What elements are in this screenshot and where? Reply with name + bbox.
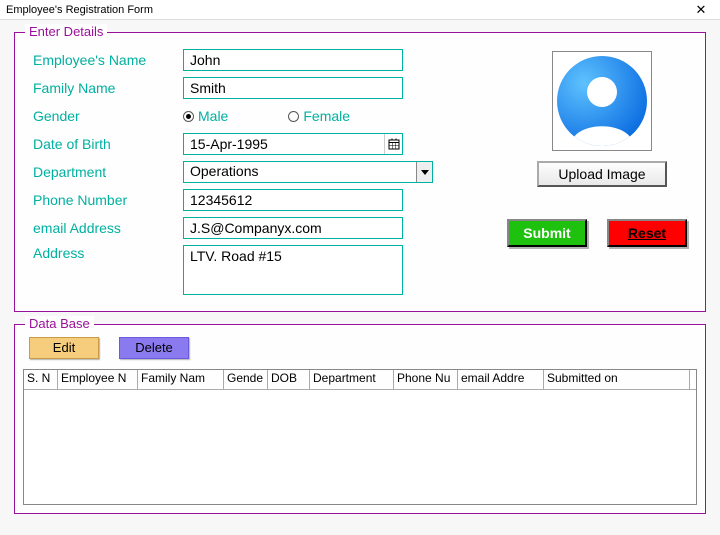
edit-button[interactable]: Edit	[29, 337, 99, 359]
email-input[interactable]	[183, 217, 403, 239]
enter-details-group: Enter Details Employee's Name Family Nam…	[14, 32, 706, 312]
department-select[interactable]: Operations	[183, 161, 433, 183]
employee-grid[interactable]: S. NEmployee NFamily NamGendeDOBDepartme…	[23, 369, 697, 505]
dob-input-wrap[interactable]	[183, 133, 403, 155]
department-value: Operations	[184, 162, 416, 182]
grid-column-header[interactable]: DOB	[268, 370, 310, 389]
gender-male-label: Male	[198, 108, 228, 124]
enter-details-legend: Enter Details	[25, 24, 107, 39]
gender-male-radio[interactable]: Male	[183, 108, 228, 124]
grid-header-row: S. NEmployee NFamily NamGendeDOBDepartme…	[24, 370, 696, 390]
gender-female-radio[interactable]: Female	[288, 108, 350, 124]
radio-icon	[183, 111, 194, 122]
window-titlebar: Employee's Registration Form ✕	[0, 0, 720, 20]
window-close-button[interactable]: ✕	[686, 1, 716, 19]
phone-input[interactable]	[183, 189, 403, 211]
form-area: Employee's Name Family Name Gender Male …	[33, 49, 433, 301]
label-phone: Phone Number	[33, 192, 183, 208]
grid-column-header[interactable]: Department	[310, 370, 394, 389]
dob-input[interactable]	[184, 134, 384, 154]
reset-button[interactable]: Reset	[607, 219, 687, 247]
grid-column-header[interactable]: Employee N	[58, 370, 138, 389]
label-dob: Date of Birth	[33, 136, 183, 152]
gender-radio-group: Male Female	[183, 108, 350, 124]
database-group: Data Base Edit Delete S. NEmployee NFami…	[14, 324, 706, 514]
employee-photo	[552, 51, 652, 151]
employee-name-input[interactable]	[183, 49, 403, 71]
avatar-icon	[555, 54, 649, 148]
grid-column-header[interactable]: Submitted on	[544, 370, 690, 389]
calendar-icon[interactable]	[384, 134, 402, 154]
submit-button[interactable]: Submit	[507, 219, 587, 247]
photo-area: Upload Image	[527, 51, 677, 187]
label-family-name: Family Name	[33, 80, 183, 96]
upload-image-button[interactable]: Upload Image	[537, 161, 667, 187]
grid-column-header[interactable]: Phone Nu	[394, 370, 458, 389]
grid-column-header[interactable]: Family Nam	[138, 370, 224, 389]
db-buttons: Edit Delete	[29, 337, 189, 359]
grid-column-header[interactable]: S. N	[24, 370, 58, 389]
address-value: LTV. Road #15	[190, 248, 282, 264]
action-buttons: Submit Reset	[507, 219, 687, 247]
label-address: Address	[33, 245, 183, 261]
window-title: Employee's Registration Form	[6, 4, 153, 16]
delete-button[interactable]: Delete	[119, 337, 189, 359]
label-email: email Address	[33, 220, 183, 236]
address-input[interactable]: LTV. Road #15	[183, 245, 403, 295]
close-icon: ✕	[696, 2, 707, 18]
radio-icon	[288, 111, 299, 122]
label-department: Department	[33, 164, 183, 180]
label-employee-name: Employee's Name	[33, 52, 183, 68]
database-legend: Data Base	[25, 316, 94, 331]
grid-column-header[interactable]: email Addre	[458, 370, 544, 389]
family-name-input[interactable]	[183, 77, 403, 99]
grid-column-header[interactable]: Gende	[224, 370, 268, 389]
chevron-down-icon	[416, 162, 432, 182]
label-gender: Gender	[33, 108, 183, 124]
gender-female-label: Female	[303, 108, 350, 124]
